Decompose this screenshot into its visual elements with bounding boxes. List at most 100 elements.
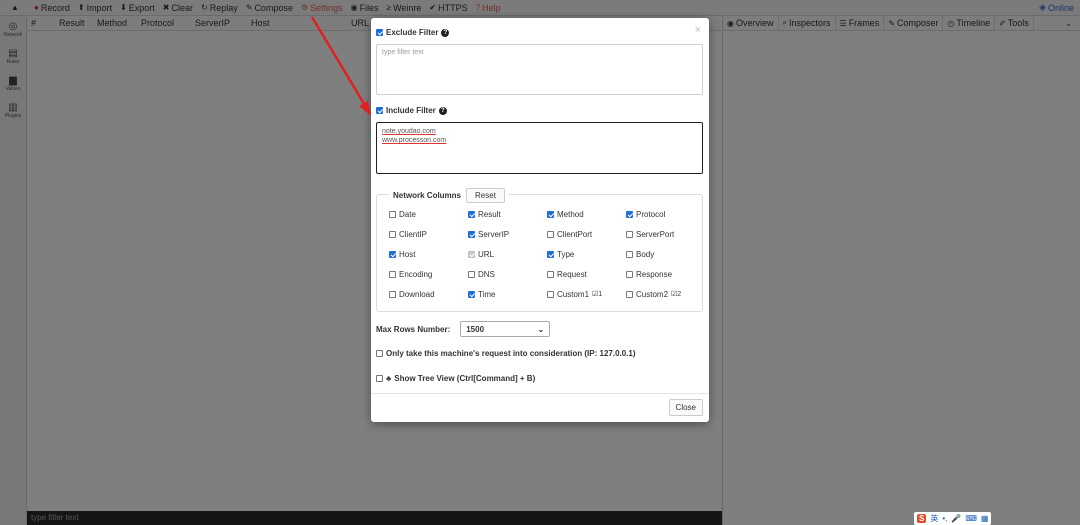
column-option-label: Request xyxy=(557,269,587,279)
tree-icon: ♣ xyxy=(386,374,392,383)
column-option-clientport[interactable]: ClientPort xyxy=(547,229,626,239)
column-option-result[interactable]: Result xyxy=(468,209,547,219)
column-checkbox-result[interactable] xyxy=(468,210,475,218)
column-option-label: Method xyxy=(557,209,584,219)
column-option-label: ServerIP xyxy=(478,229,510,239)
ime-item[interactable]: ▦ xyxy=(981,514,989,523)
column-checkbox-custom1[interactable] xyxy=(547,290,554,298)
include-filter-row[interactable]: Include Filter ? xyxy=(376,106,447,115)
max-rows-row: Max Rows Number: 1500 ⌄ xyxy=(376,321,551,337)
ime-item[interactable]: S xyxy=(917,514,927,523)
column-option-label: ClientPort xyxy=(557,229,593,239)
column-checkbox-dns[interactable] xyxy=(468,270,475,278)
column-option-response[interactable]: Response xyxy=(626,269,699,279)
include-filter-label: Include Filter xyxy=(386,106,436,115)
column-option-label: DNS xyxy=(478,269,495,279)
column-option-label: Response xyxy=(636,269,673,279)
column-option-dns[interactable]: DNS xyxy=(468,269,547,279)
column-checkbox-type[interactable] xyxy=(547,250,554,258)
max-rows-select[interactable]: 1500 ⌄ xyxy=(460,321,551,337)
column-checkbox-url xyxy=(468,250,475,258)
column-checkbox-response[interactable] xyxy=(626,270,633,278)
only-machine-option[interactable]: Only take this machine's request into co… xyxy=(376,349,636,358)
reset-button[interactable]: Reset xyxy=(466,188,505,203)
network-columns-legend: Network Columns Reset xyxy=(389,188,509,203)
column-checkbox-host[interactable] xyxy=(389,250,396,258)
tree-view-label: Show Tree View (Ctrl[Command] + B) xyxy=(394,374,536,383)
chevron-down-icon: ⌄ xyxy=(537,324,545,334)
column-option-label: Host xyxy=(399,249,416,259)
column-option-method[interactable]: Method xyxy=(547,209,626,219)
column-option-clientip[interactable]: ClientIP xyxy=(389,229,468,239)
include-filter-line: note.youdao.com xyxy=(382,128,436,135)
column-option-serverip[interactable]: ServerIP xyxy=(468,229,547,239)
column-checkbox-body[interactable] xyxy=(626,250,633,258)
include-filter-checkbox[interactable] xyxy=(376,107,383,114)
edit-icon[interactable]: ☑2 xyxy=(671,290,681,298)
column-checkbox-clientip[interactable] xyxy=(389,230,396,238)
column-checkbox-download[interactable] xyxy=(389,290,396,298)
ime-item[interactable]: 🎤 xyxy=(951,514,961,523)
settings-dialog: × Exclude Filter ? type filter text Incl… xyxy=(371,18,709,422)
column-option-label: URL xyxy=(478,249,495,259)
exclude-filter-label: Exclude Filter xyxy=(386,28,439,37)
column-checkbox-request[interactable] xyxy=(547,270,554,278)
ime-toolbar[interactable]: S 英 •, 🎤 ⌨ ▦ xyxy=(914,512,992,525)
include-filter-textarea[interactable]: note.youdao.com www.processon.com xyxy=(376,122,703,174)
max-rows-label: Max Rows Number: xyxy=(376,324,451,334)
include-filter-line: www.processon.com xyxy=(382,137,447,144)
help-icon[interactable]: ? xyxy=(441,28,450,37)
column-checkbox-date[interactable] xyxy=(389,210,396,218)
tree-view-checkbox[interactable] xyxy=(376,375,383,382)
ime-item[interactable]: ⌨ xyxy=(965,514,977,523)
column-option-serverport[interactable]: ServerPort xyxy=(626,229,699,239)
column-option-date[interactable]: Date xyxy=(389,209,468,219)
edit-number: 1 xyxy=(598,291,603,298)
close-button[interactable]: Close xyxy=(668,399,703,416)
column-option-label: Download xyxy=(399,289,435,299)
column-option-download[interactable]: Download xyxy=(389,289,468,299)
column-option-label: Date xyxy=(399,209,416,219)
column-option-request[interactable]: Request xyxy=(547,269,626,279)
column-option-label: Time xyxy=(478,289,496,299)
column-option-protocol[interactable]: Protocol xyxy=(626,209,699,219)
column-option-label: Custom2 xyxy=(636,289,669,299)
column-option-host[interactable]: Host xyxy=(389,249,468,259)
exclude-filter-row[interactable]: Exclude Filter ? xyxy=(376,28,450,37)
column-option-type[interactable]: Type xyxy=(547,249,626,259)
ime-item[interactable]: 英 xyxy=(930,513,938,524)
column-checkbox-method[interactable] xyxy=(547,210,554,218)
column-checkbox-clientport[interactable] xyxy=(547,230,554,238)
max-rows-value: 1500 xyxy=(466,324,485,334)
column-checkbox-serverport[interactable] xyxy=(626,230,633,238)
tree-view-option[interactable]: ♣ Show Tree View (Ctrl[Command] + B) xyxy=(376,374,535,383)
close-icon[interactable]: × xyxy=(695,24,701,36)
edit-number: 2 xyxy=(677,291,682,298)
column-option-label: Result xyxy=(478,209,501,219)
ime-item[interactable]: •, xyxy=(942,514,947,523)
column-option-url[interactable]: URL xyxy=(468,249,547,259)
only-machine-checkbox[interactable] xyxy=(376,350,383,357)
modal-footer-divider xyxy=(371,393,709,394)
column-option-encoding[interactable]: Encoding xyxy=(389,269,468,279)
only-machine-label: Only take this machine's request into co… xyxy=(386,349,636,358)
column-checkbox-encoding[interactable] xyxy=(389,270,396,278)
network-columns-title: Network Columns xyxy=(393,191,462,200)
help-icon[interactable]: ? xyxy=(438,106,447,115)
column-option-custom1[interactable]: Custom1 ☑1 xyxy=(547,289,626,299)
column-checkbox-protocol[interactable] xyxy=(626,210,633,218)
column-checkbox-custom2[interactable] xyxy=(626,290,633,298)
exclude-filter-checkbox[interactable] xyxy=(376,29,383,36)
column-option-label: Body xyxy=(636,249,655,259)
column-checkbox-serverip[interactable] xyxy=(468,230,475,238)
column-option-label: Type xyxy=(557,249,575,259)
exclude-filter-textarea[interactable]: type filter text xyxy=(376,44,703,95)
column-option-body[interactable]: Body xyxy=(626,249,699,259)
column-option-label: Protocol xyxy=(636,209,666,219)
column-option-label: ServerPort xyxy=(636,229,675,239)
column-option-custom2[interactable]: Custom2 ☑2 xyxy=(626,289,699,299)
column-option-label: Custom1 xyxy=(557,289,590,299)
column-option-time[interactable]: Time xyxy=(468,289,547,299)
column-checkbox-time[interactable] xyxy=(468,290,475,298)
edit-icon[interactable]: ☑1 xyxy=(592,290,602,298)
